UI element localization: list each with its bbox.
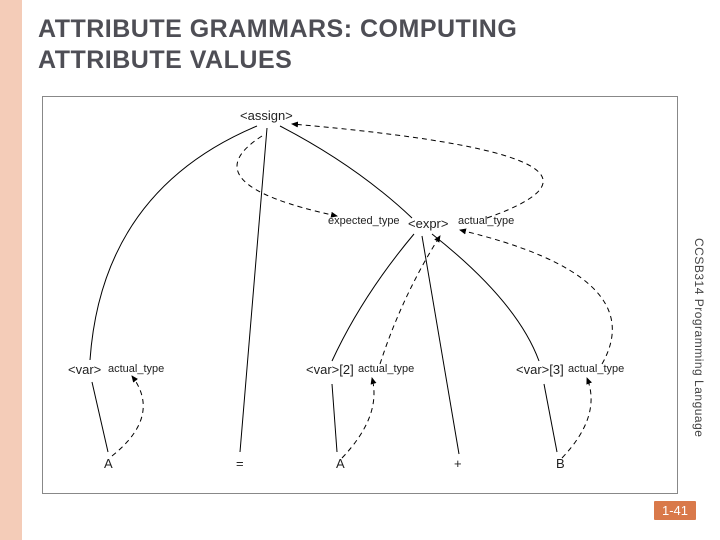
title-line-1: ATTRIBUTE GRAMMARS: COMPUTING	[38, 15, 517, 43]
node-var-3: <var>[3]	[516, 362, 564, 377]
terminal-a1: A	[104, 456, 113, 471]
peach-side-stripe	[0, 0, 22, 540]
label-expected-type: expected_type	[328, 215, 400, 227]
label-actual-type-var2: actual_type	[358, 363, 414, 375]
title-line-2: ATTRIBUTE VALUES	[38, 46, 292, 74]
node-var-2: <var>[2]	[306, 362, 354, 377]
terminal-eq: =	[236, 456, 244, 471]
label-actual-type-expr: actual_type	[458, 215, 514, 227]
terminal-plus: +	[454, 456, 462, 471]
terminal-b: B	[556, 456, 565, 471]
node-var-1: <var>	[68, 362, 101, 377]
slide-title: ATTRIBUTE GRAMMARS: COMPUTING ATTRIBUTE …	[38, 14, 517, 77]
terminal-a2: A	[336, 456, 345, 471]
node-expr: <expr>	[408, 216, 448, 231]
slide-number-badge: 1-41	[654, 501, 696, 520]
label-actual-type-var3: actual_type	[568, 363, 624, 375]
course-code-vertical: CCSB314 Programming Language	[692, 238, 706, 437]
parse-tree-diagram	[42, 96, 678, 494]
node-assign: <assign>	[240, 108, 293, 123]
label-actual-type-var1: actual_type	[108, 363, 164, 375]
